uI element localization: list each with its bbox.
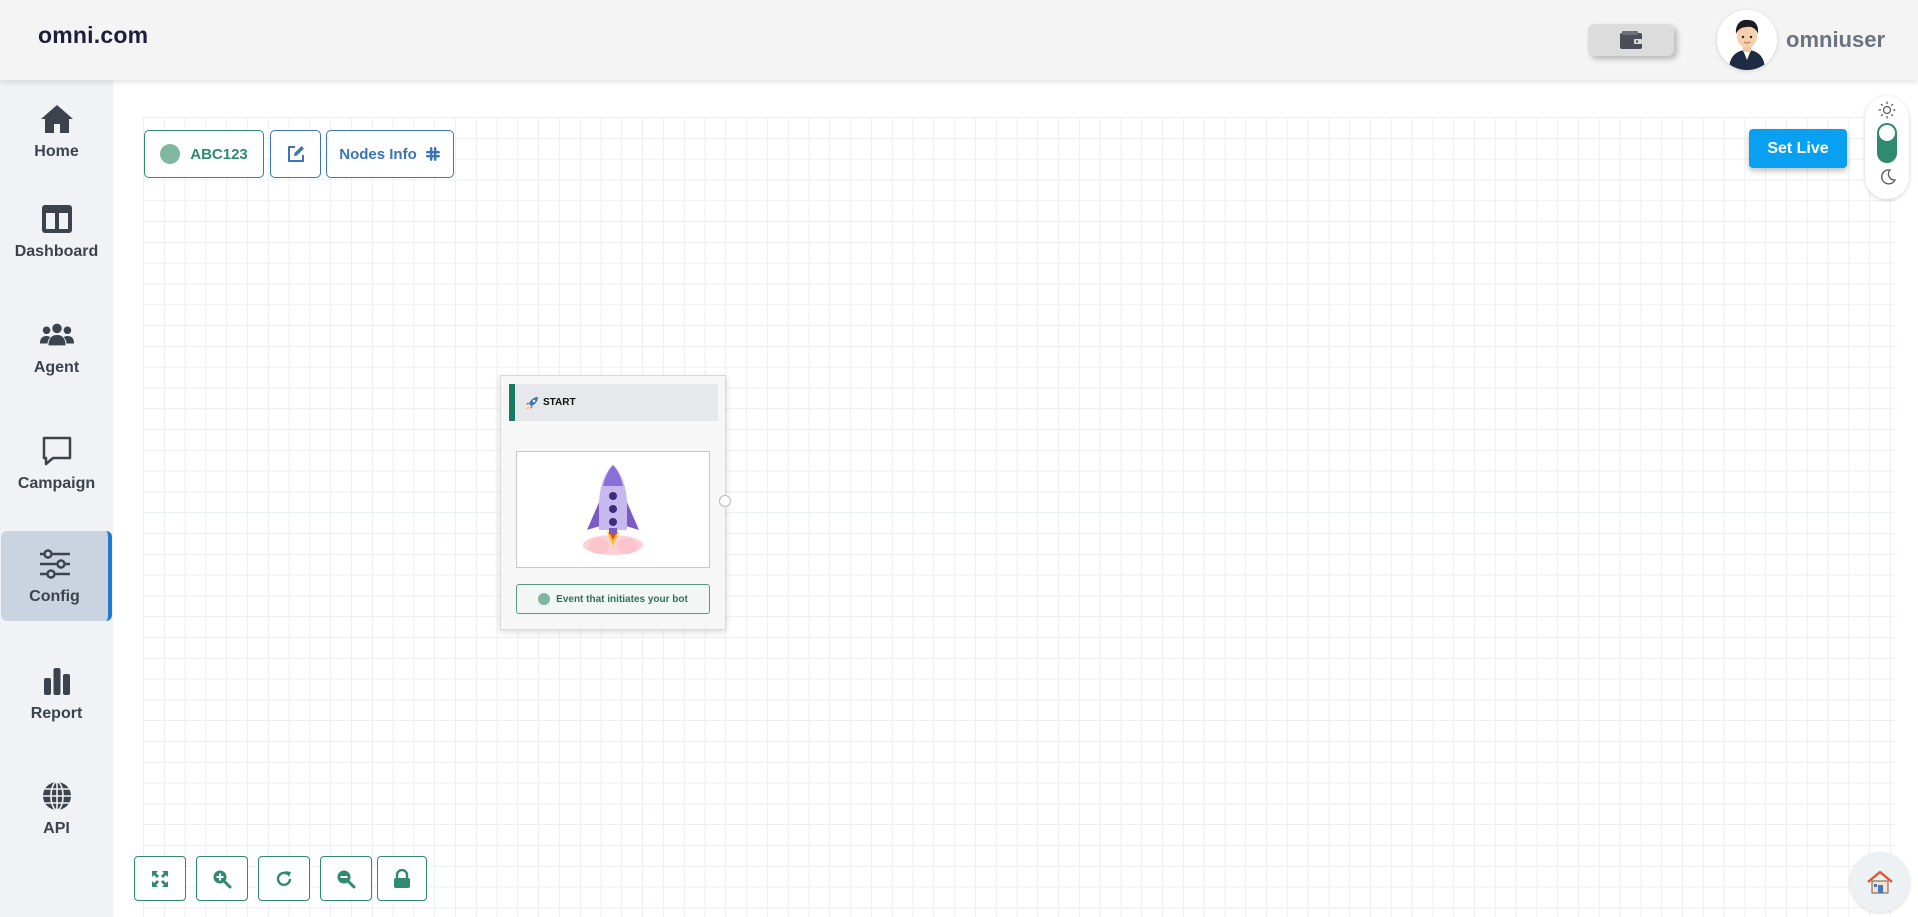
dashboard-icon [39,201,75,237]
sidebar-item-config[interactable]: Config [1,531,112,621]
sidebar-item-label: API [43,820,70,837]
set-live-button[interactable]: Set Live [1749,129,1847,168]
status-dot [538,593,551,605]
zoom-out-icon [337,870,356,888]
house-icon [1867,870,1893,894]
home-shortcut-button[interactable] [1850,852,1910,912]
zoom-in-button[interactable] [196,856,248,901]
start-node-header: START [509,384,718,421]
sidebar-item-label: Campaign [17,475,96,492]
toggle-switch[interactable] [1877,123,1897,163]
rocket-icon [526,396,538,409]
users-icon [39,317,75,353]
rocket-illustration [516,451,710,568]
sidebar-item-label: Config [29,588,80,605]
fit-view-button[interactable] [134,856,186,901]
brand-logo-text[interactable]: omni.com [38,22,148,49]
toggle-knob [1879,125,1895,141]
nodes-info-label: Nodes Info [339,145,417,163]
sidebar-item-dashboard[interactable]: Dashboard [0,186,113,276]
sliders-icon [37,546,73,582]
wallet-button[interactable] [1588,24,1674,56]
sidebar-item-agent[interactable]: Agent [0,302,113,392]
bot-name-label: ABC123 [190,145,248,163]
bot-name-button[interactable]: ABC123 [144,130,264,178]
globe-icon [39,778,75,814]
sidebar-item-api[interactable]: API [0,763,113,853]
sidebar-item-label: Dashboard [14,243,99,260]
zoom-in-icon [213,870,232,888]
sidebar-item-campaign[interactable]: Campaign [0,418,113,508]
wallet-icon [1620,31,1642,49]
sidebar-item-report[interactable]: Report [0,648,113,738]
expand-icon [152,870,168,887]
zoom-out-button[interactable] [320,856,372,901]
sidebar-item-label: Home [34,143,79,160]
rotate-icon [276,870,292,886]
sidebar-item-label: Report [30,705,83,722]
slack-icon [425,147,440,161]
sidebar: Home Dashboard Agent Campaign Config Rep… [0,80,113,917]
home-icon [39,101,75,137]
start-node-description: Event that initiates your bot [556,593,688,605]
top-header: omni.com omniuser [0,0,1918,80]
lock-icon [394,868,410,888]
status-dot [160,144,181,164]
rocket-icon [583,464,643,555]
start-node[interactable]: START Event that initiates your bot [500,375,726,630]
nodes-info-button[interactable]: Nodes Info [326,130,454,178]
flow-canvas[interactable] [143,117,1895,917]
moon-icon [1881,169,1897,185]
start-node-description-button[interactable]: Event that initiates your bot [516,584,710,614]
lock-canvas-button[interactable] [377,856,427,901]
reset-view-button[interactable] [258,856,310,901]
sidebar-item-label: Agent [33,359,80,376]
user-avatar[interactable] [1717,10,1777,70]
edit-icon [287,146,304,162]
chat-icon [39,433,75,469]
user-avatar-icon [1717,10,1777,70]
node-output-handle[interactable] [719,495,731,507]
bar-chart-icon [39,663,75,699]
edit-bot-button[interactable] [270,130,321,178]
start-node-title: START [543,397,576,408]
sun-icon [1878,101,1896,119]
username-label[interactable]: omniuser [1786,27,1885,53]
theme-toggle[interactable] [1865,96,1909,199]
sidebar-item-home[interactable]: Home [0,86,113,176]
